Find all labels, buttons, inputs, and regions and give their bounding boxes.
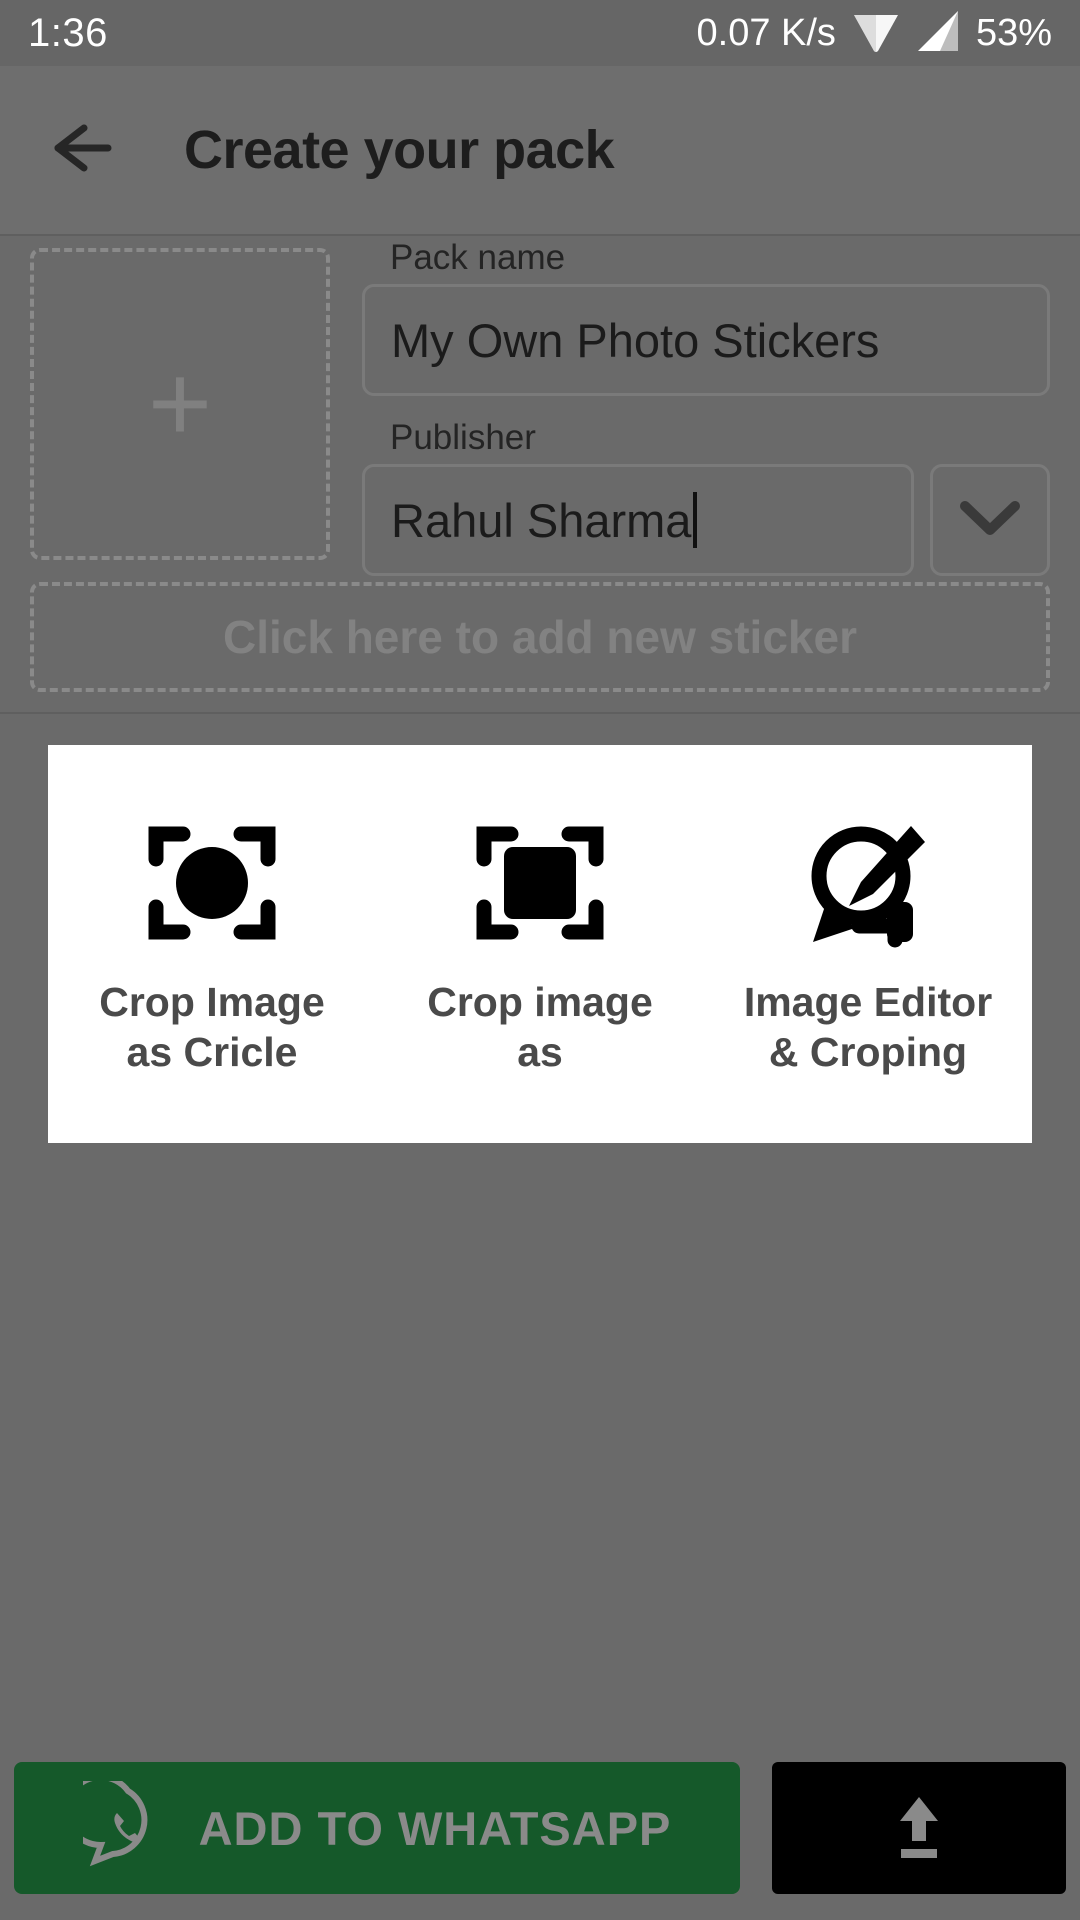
crop-options-dialog: Crop Image as Cricle Crop image as Image…	[48, 745, 1032, 1143]
dialog-option-crop-circle[interactable]: Crop Image as Cricle	[62, 813, 362, 1077]
dialog-option-label: Image Editor & Croping	[743, 979, 993, 1076]
crop-circle-icon	[146, 813, 278, 953]
bottom-action-bar: ADD TO WHATSAPP	[0, 1758, 1080, 1898]
dialog-option-label: Crop image as	[427, 979, 653, 1076]
whatsapp-icon	[63, 1773, 173, 1876]
dialog-option-label: Crop Image as Cricle	[99, 979, 325, 1076]
crop-square-icon	[474, 813, 606, 953]
upload-button[interactable]	[772, 1762, 1066, 1894]
dialog-option-crop-square[interactable]: Crop image as	[390, 813, 690, 1077]
image-editor-pen-icon	[799, 813, 937, 953]
dialog-option-image-editor[interactable]: Image Editor & Croping	[718, 813, 1018, 1077]
upload-icon	[880, 1787, 958, 1870]
add-to-whatsapp-button[interactable]: ADD TO WHATSAPP	[14, 1762, 740, 1894]
add-to-whatsapp-label: ADD TO WHATSAPP	[198, 1801, 672, 1855]
app-screen: 1:36 0.07 K/s 53% Create your pack + Pac…	[0, 0, 1080, 1920]
